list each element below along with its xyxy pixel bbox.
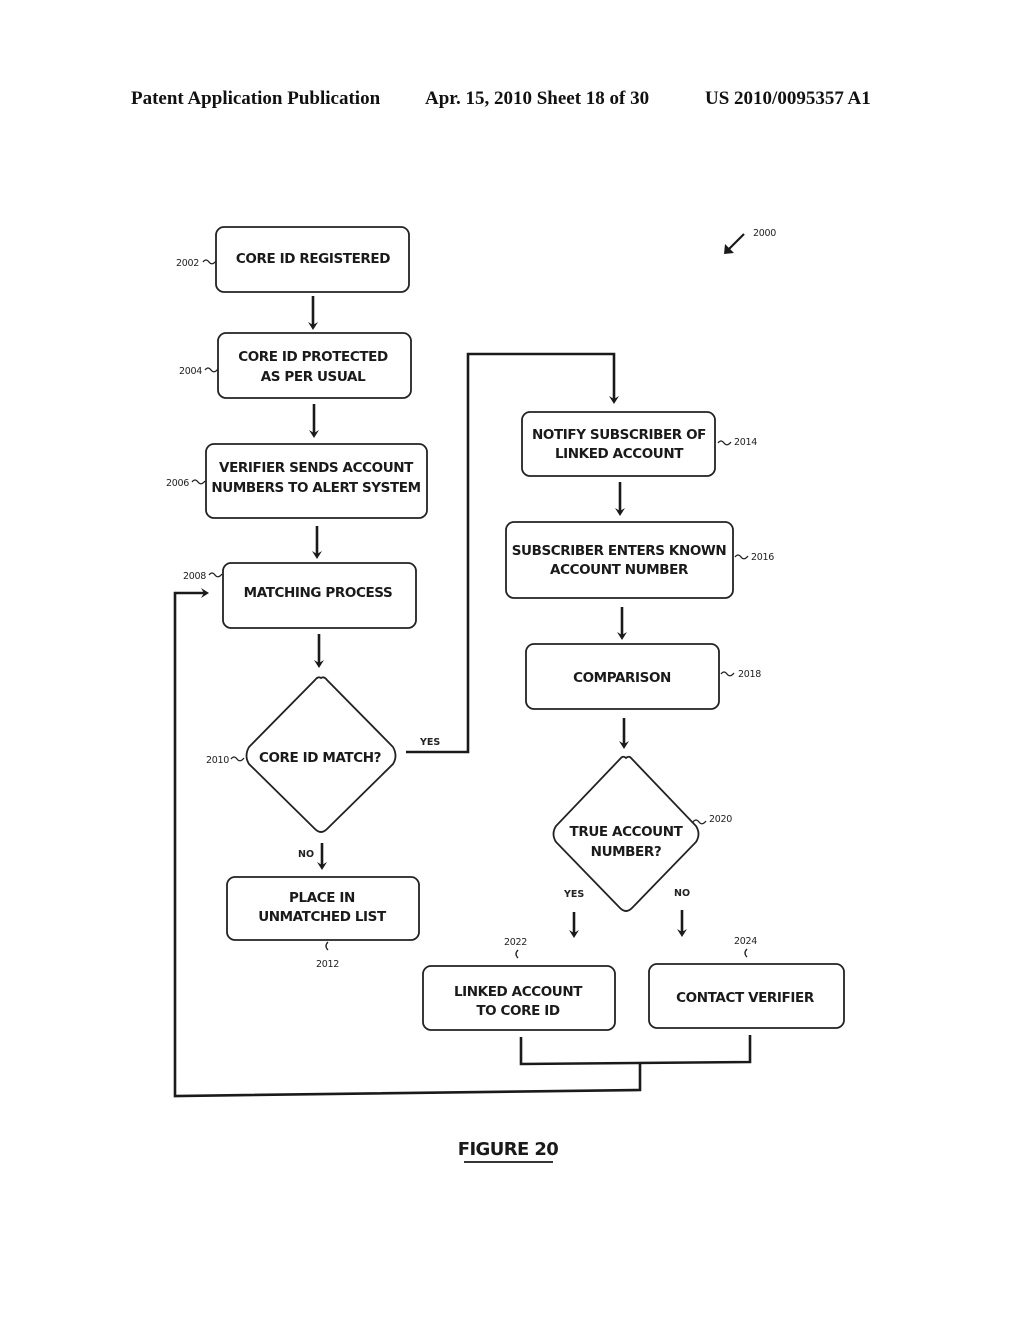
node-text-2: ACCOUNT NUMBER — [550, 562, 689, 578]
ref-label: 2008 — [183, 571, 206, 582]
leader-icon — [734, 554, 749, 560]
node-text-2: AS PER USUAL — [261, 369, 366, 385]
node-text-1: NOTIFY SUBSCRIBER OF — [532, 427, 706, 443]
node-2002: CORE ID REGISTERED 2002 — [176, 226, 410, 293]
ref-label: 2024 — [734, 936, 757, 947]
leader-icon — [208, 572, 223, 578]
node-text-1: LINKED ACCOUNT — [454, 984, 583, 1000]
ref-label: 2018 — [738, 669, 761, 680]
leader-icon — [202, 259, 217, 265]
node-text: CORE ID MATCH? — [259, 750, 381, 766]
node-2022: 2022 LINKED ACCOUNT TO CORE ID — [422, 937, 616, 1031]
node-2004: CORE ID PROTECTED AS PER USUAL 2004 — [179, 332, 412, 399]
node-text: CORE ID REGISTERED — [236, 251, 390, 267]
edge-label-true-no: NO — [674, 888, 690, 899]
node-text-1: CORE ID PROTECTED — [238, 349, 388, 365]
node-2012: PLACE IN UNMATCHED LIST 2012 — [226, 876, 420, 970]
leader-icon — [191, 479, 206, 485]
node-text-2: UNMATCHED LIST — [258, 909, 387, 925]
ref-label: 2014 — [734, 437, 757, 448]
ref-label: 2016 — [751, 552, 774, 563]
ref-label: 2012 — [316, 959, 339, 970]
node-2008: MATCHING PROCESS 2008 — [183, 562, 417, 629]
ref-label: 2004 — [179, 366, 202, 377]
ref-label: 2002 — [176, 258, 199, 269]
edge-label-true-yes: YES — [563, 889, 584, 900]
ref-label: 2010 — [206, 755, 229, 766]
leader-icon — [515, 949, 519, 959]
leader-icon — [717, 440, 732, 446]
node-text-1: VERIFIER SENDS ACCOUNT — [219, 460, 414, 476]
process-box — [505, 521, 734, 599]
node-text-2: NUMBERS TO ALERT SYSTEM — [211, 480, 420, 496]
node-text-2: TO CORE ID — [476, 1003, 560, 1019]
merge-connector — [519, 1035, 752, 1066]
node-2006: VERIFIER SENDS ACCOUNT NUMBERS TO ALERT … — [166, 443, 428, 519]
flowchart: 2000 CORE ID REGISTERED 2002 CORE ID PRO… — [166, 226, 845, 1163]
node-text: MATCHING PROCESS — [244, 585, 393, 601]
node-text-2: NUMBER? — [591, 844, 662, 860]
leader-icon — [692, 819, 707, 825]
node-2020: TRUE ACCOUNT NUMBER? 2020 — [552, 755, 733, 912]
leader-icon — [720, 671, 735, 677]
node-text-1: TRUE ACCOUNT — [570, 824, 684, 840]
edge-label-yes: YES — [419, 737, 440, 748]
node-text-2: LINKED ACCOUNT — [555, 446, 684, 462]
leader-icon — [325, 941, 329, 951]
process-box — [217, 332, 412, 399]
process-box — [521, 411, 716, 477]
ref-label: 2020 — [709, 814, 732, 825]
node-2018: COMPARISON 2018 — [525, 643, 762, 710]
leader-icon — [204, 367, 219, 373]
leader-icon — [744, 948, 748, 958]
node-text: CONTACT VERIFIER — [676, 990, 815, 1006]
node-2016: SUBSCRIBER ENTERS KNOWN ACCOUNT NUMBER 2… — [505, 521, 775, 599]
figure-ref-2000: 2000 — [724, 228, 777, 254]
node-2024: 2024 CONTACT VERIFIER — [648, 936, 845, 1029]
node-text-1: PLACE IN — [289, 890, 355, 906]
ref-label: 2022 — [504, 937, 527, 948]
figure-caption: FIGURE 20 — [458, 1139, 559, 1160]
edge-label-no: NO — [298, 849, 314, 860]
figure-ref-label: 2000 — [753, 228, 776, 239]
leader-icon — [230, 756, 245, 762]
node-2010: CORE ID MATCH? 2010 — [206, 676, 397, 833]
node-2014: NOTIFY SUBSCRIBER OF LINKED ACCOUNT 2014 — [521, 411, 758, 477]
node-text-1: SUBSCRIBER ENTERS KNOWN — [512, 543, 727, 559]
node-text: COMPARISON — [573, 670, 671, 686]
ref-label: 2006 — [166, 478, 189, 489]
